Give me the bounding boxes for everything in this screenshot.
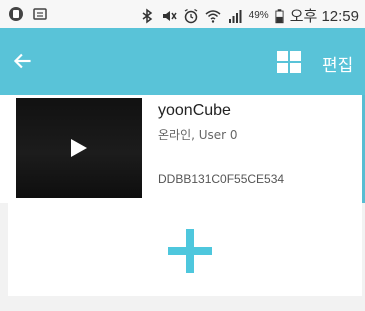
status-time: 오후 12:59	[289, 8, 359, 25]
add-icon[interactable]	[168, 229, 212, 273]
device-id: DDBB131C0F55CE534	[158, 172, 285, 186]
device-card[interactable]: yoonCube 온라인, User 0 DDBB131C0F55CE534	[0, 95, 365, 203]
screenshot-icon	[33, 8, 47, 20]
back-arrow-icon[interactable]	[10, 48, 36, 74]
notification-icon	[9, 7, 23, 21]
add-device-area[interactable]	[8, 203, 362, 296]
play-icon[interactable]	[68, 138, 88, 158]
bluetooth-icon	[142, 8, 152, 23]
app-bar: 편집	[0, 28, 365, 95]
signal-icon	[228, 9, 242, 23]
device-thumbnail[interactable]	[16, 98, 142, 198]
edit-button[interactable]: 편집	[322, 51, 353, 76]
battery-icon	[275, 8, 284, 23]
status-left	[8, 6, 48, 22]
battery-percent: 49%	[248, 10, 269, 21]
device-name: yoonCube	[158, 102, 231, 119]
device-status: 온라인, User 0	[158, 128, 238, 142]
mute-icon	[162, 10, 177, 21]
status-bar: 49% 오후 12:59	[0, 0, 365, 28]
device-list: yoonCube 온라인, User 0 DDBB131C0F55CE534	[0, 95, 365, 311]
alarm-icon	[184, 8, 198, 23]
grid-view-icon[interactable]	[277, 51, 301, 73]
wifi-icon	[205, 9, 221, 23]
status-right: 49% 오후 12:59	[139, 5, 359, 26]
